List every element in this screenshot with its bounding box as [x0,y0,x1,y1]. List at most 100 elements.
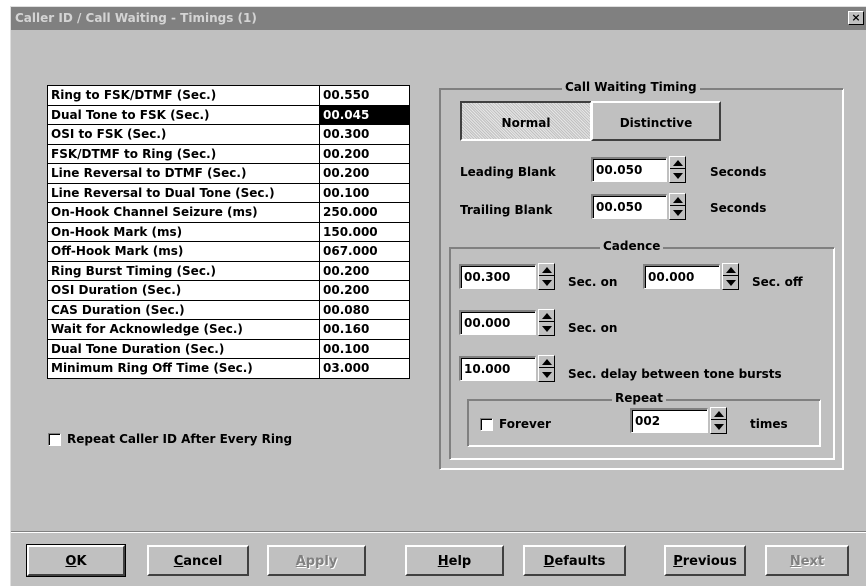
leading-blank-spinner[interactable] [669,156,686,183]
spin-up-icon[interactable] [670,194,685,206]
timing-row: Wait for Acknowledge (Sec.) 00.160 [47,319,410,340]
button-bar-divider [11,531,866,533]
timing-row: Off-Hook Mark (ms) 067.000 [47,241,410,262]
next-button[interactable]: Next [765,545,849,576]
forever-checkbox[interactable] [480,417,493,431]
timing-value-cell[interactable]: 00.200 [319,163,410,184]
spin-up-icon[interactable] [539,310,554,322]
cadence-on2-label: Sec. on [568,321,618,335]
repeat-caller-id-checkbox[interactable] [48,432,61,446]
timing-value-cell[interactable]: 00.100 [319,182,410,203]
timing-label: Line Reversal to Dual Tone (Sec.) [47,182,320,203]
previous-label-rest: revious [682,554,737,569]
spin-down-icon[interactable] [539,369,554,381]
timing-row: CAS Duration (Sec.) 00.080 [47,299,410,320]
trailing-blank-label: Trailing Blank [460,203,553,217]
timing-row: OSI to FSK (Sec.) 00.300 [47,124,410,145]
cadence-on2-input[interactable]: 00.000 [459,310,536,335]
trailing-blank-input[interactable]: 00.050 [591,194,667,219]
timing-row: FSK/DTMF to Ring (Sec.) 00.200 [47,143,410,164]
timing-value-cell[interactable]: 00.200 [319,260,410,281]
repeat-count-spinner[interactable] [710,407,727,434]
timing-label: FSK/DTMF to Ring (Sec.) [47,143,320,164]
timing-value-cell[interactable]: 03.000 [319,358,410,379]
timing-value-cell[interactable]: 00.045 [319,104,410,125]
help-button[interactable]: Help [405,545,504,576]
cancel-button[interactable]: Cancel [147,545,249,576]
repeat-group: Repeat Forever 002 times [467,391,821,447]
timing-row: OSI Duration (Sec.) 00.200 [47,280,410,301]
next-label-rest: ext [800,554,825,569]
cadence-on1-label: Sec. on [568,275,618,289]
defaults-label-rest: efaults [554,554,606,569]
cadence-off1-spinner[interactable] [722,263,739,290]
timing-row: Ring to FSK/DTMF (Sec.) 00.550 [47,85,410,106]
tab-distinctive[interactable]: Distinctive [591,101,721,141]
timing-label: On-Hook Channel Seizure (ms) [47,202,320,223]
spin-up-icon[interactable] [539,264,554,276]
spin-down-icon[interactable] [670,207,685,219]
spin-down-icon[interactable] [539,323,554,335]
tab-normal[interactable]: Normal [460,101,592,141]
ok-mnemonic: O [65,554,77,569]
repeat-count-input[interactable]: 002 [630,408,708,433]
defaults-button[interactable]: Defaults [523,545,626,576]
previous-button[interactable]: Previous [664,545,746,576]
cadence-on2-spinner[interactable] [538,309,555,336]
timing-value-cell[interactable]: 150.000 [319,221,410,242]
repeat-caller-id-label: Repeat Caller ID After Every Ring [67,432,293,446]
timing-value-cell[interactable]: 00.200 [319,280,410,301]
timing-value-cell[interactable]: 00.080 [319,299,410,320]
timing-row: Line Reversal to Dual Tone (Sec.) 00.100 [47,182,410,203]
timing-value-cell[interactable]: 250.000 [319,202,410,223]
spin-up-icon[interactable] [723,264,738,276]
cadence-on1-input[interactable]: 00.300 [459,264,536,289]
timing-label: OSI to FSK (Sec.) [47,124,320,145]
previous-mnemonic: P [673,554,683,569]
timing-row: On-Hook Channel Seizure (ms) 250.000 [47,202,410,223]
close-button[interactable]: × [848,11,864,25]
cadence-off1-input[interactable]: 00.000 [643,264,720,289]
timing-label: Wait for Acknowledge (Sec.) [47,319,320,340]
timing-row: On-Hook Mark (ms) 150.000 [47,221,410,242]
spin-up-icon[interactable] [670,157,685,169]
call-waiting-group: Call Waiting Timing Normal Distinctive L… [439,80,844,470]
timing-label: Line Reversal to DTMF (Sec.) [47,163,320,184]
timing-value-cell[interactable]: 00.550 [319,85,410,106]
timing-row: Ring Burst Timing (Sec.) 00.200 [47,260,410,281]
cadence-on1-spinner[interactable] [538,263,555,290]
spin-down-icon[interactable] [711,421,726,433]
apply-label-rest: pply [305,554,338,569]
repeat-count-unit: times [750,417,788,431]
repeat-caller-id-row: Repeat Caller ID After Every Ring [48,432,292,446]
next-mnemonic: N [789,554,801,569]
apply-button[interactable]: Apply [267,545,366,576]
cadence-delay-label: Sec. delay between tone bursts [568,367,782,381]
apply-mnemonic: A [295,554,306,569]
timing-label: CAS Duration (Sec.) [47,299,320,320]
spin-up-icon[interactable] [711,408,726,420]
timing-value-cell[interactable]: 00.100 [319,338,410,359]
timing-value-cell[interactable]: 00.200 [319,143,410,164]
timing-value-cell[interactable]: 067.000 [319,241,410,262]
cadence-group: Cadence 00.300 Sec. on 00.000 Sec. off 0… [449,239,835,460]
window-title: Caller ID / Call Waiting - Timings (1) [15,11,257,25]
timing-value-cell[interactable]: 00.300 [319,124,410,145]
spin-up-icon[interactable] [539,356,554,368]
cancel-label-rest: ancel [183,554,223,569]
spin-down-icon[interactable] [670,170,685,182]
timing-label: Minimum Ring Off Time (Sec.) [47,358,320,379]
cadence-title: Cadence [600,239,664,253]
spin-down-icon[interactable] [723,277,738,289]
cadence-delay-input[interactable]: 10.000 [459,356,536,381]
cadence-delay-spinner[interactable] [538,355,555,382]
trailing-blank-spinner[interactable] [669,193,686,220]
spin-down-icon[interactable] [539,277,554,289]
timing-label: On-Hook Mark (ms) [47,221,320,242]
ok-button[interactable]: OK [26,544,126,577]
leading-blank-input[interactable]: 00.050 [591,157,667,182]
timings-table: Ring to FSK/DTMF (Sec.) 00.550 Dual Tone t… [47,85,410,379]
timing-value-cell[interactable]: 00.160 [319,319,410,340]
timing-row: Minimum Ring Off Time (Sec.) 03.000 [47,358,410,379]
help-label-rest: elp [448,554,472,569]
